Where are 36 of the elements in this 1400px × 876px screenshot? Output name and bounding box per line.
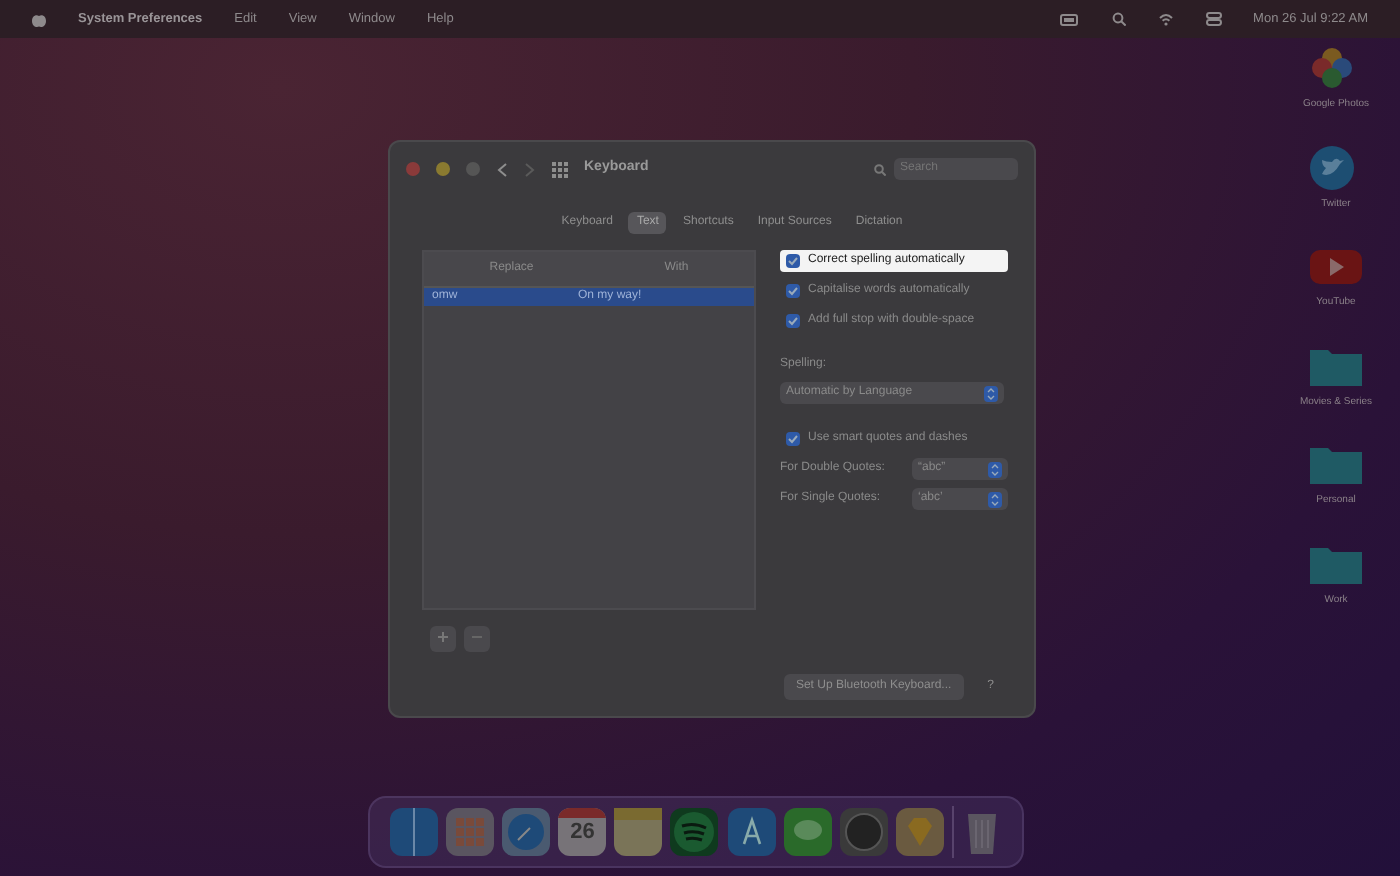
checkmark-icon: [786, 254, 800, 268]
speech-bubble-icon[interactable]: [783, 808, 832, 856]
grid-icon[interactable]: [552, 161, 568, 177]
window-control-button[interactable]: [436, 162, 450, 176]
control-center-icon[interactable]: [1205, 12, 1222, 26]
back-icon[interactable]: [496, 161, 508, 177]
stepper-icon: [984, 385, 998, 401]
letter-a-icon[interactable]: [727, 808, 775, 856]
forward-icon[interactable]: [524, 161, 536, 177]
minus-icon: [472, 631, 482, 642]
add-button[interactable]: [430, 626, 456, 652]
remove-button[interactable]: [464, 626, 490, 652]
apple-icon[interactable]: [32, 11, 46, 27]
gem-icon[interactable]: [895, 808, 944, 856]
checkbox[interactable]: [786, 314, 800, 328]
grid-icon[interactable]: [446, 808, 495, 856]
play-button-icon[interactable]: [1310, 244, 1362, 288]
notepad-icon[interactable]: [614, 808, 663, 856]
search-icon: [874, 163, 886, 175]
search-icon[interactable]: [1111, 12, 1126, 26]
checkmark-icon: [786, 314, 800, 328]
stepper-icon: [988, 491, 1002, 507]
checkbox[interactable]: [786, 432, 800, 446]
checkbox[interactable]: [786, 284, 800, 298]
folder-icon[interactable]: [1310, 442, 1362, 486]
checkmark-icon: [786, 432, 800, 446]
checkbox[interactable]: [786, 254, 800, 268]
checkmark-icon: [786, 284, 800, 298]
calendar-icon[interactable]: 26: [558, 808, 607, 856]
plus-icon: [438, 631, 448, 642]
compass-icon[interactable]: [502, 808, 551, 856]
dark-circle-icon[interactable]: [839, 808, 888, 856]
wifi-icon[interactable]: [1157, 12, 1174, 26]
battery-icon[interactable]: [1059, 13, 1080, 25]
calendar-day: 26: [570, 818, 595, 849]
stepper-icon: [988, 461, 1002, 477]
